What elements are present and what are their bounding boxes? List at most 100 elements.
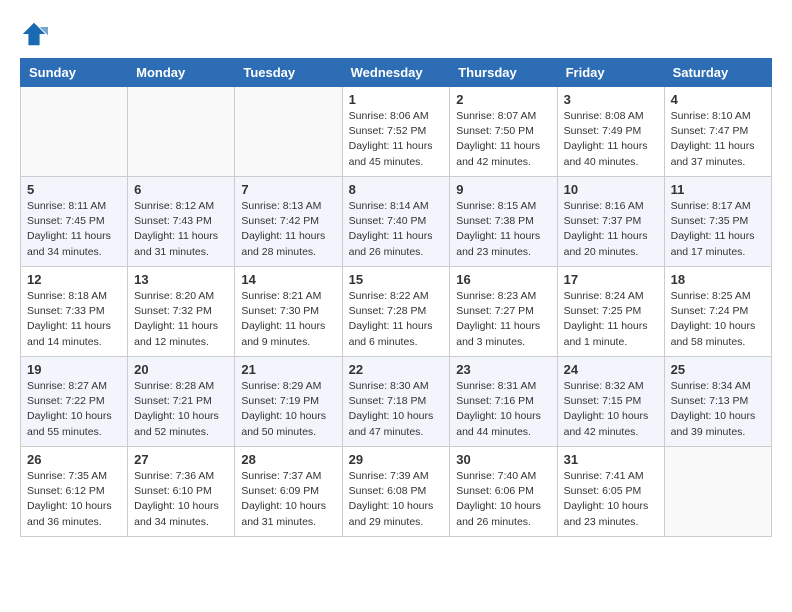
- day-number: 9: [456, 182, 550, 197]
- calendar-cell: 26 Sunrise: 7:35 AM Sunset: 6:12 PM Dayli…: [21, 447, 128, 537]
- day-number: 28: [241, 452, 335, 467]
- day-number: 7: [241, 182, 335, 197]
- calendar-cell: [664, 447, 771, 537]
- calendar-week-row: 26 Sunrise: 7:35 AM Sunset: 6:12 PM Dayli…: [21, 447, 772, 537]
- day-info: Sunrise: 8:22 AM Sunset: 7:28 PM Dayligh…: [349, 289, 444, 350]
- day-info: Sunrise: 8:07 AM Sunset: 7:50 PM Dayligh…: [456, 109, 550, 170]
- day-info: Sunrise: 8:13 AM Sunset: 7:42 PM Dayligh…: [241, 199, 335, 260]
- day-info: Sunrise: 7:37 AM Sunset: 6:09 PM Dayligh…: [241, 469, 335, 530]
- weekday-header: Monday: [128, 59, 235, 87]
- weekday-header: Tuesday: [235, 59, 342, 87]
- day-number: 5: [27, 182, 121, 197]
- logo-icon: [20, 20, 48, 48]
- calendar-cell: 6 Sunrise: 8:12 AM Sunset: 7:43 PM Daylig…: [128, 177, 235, 267]
- calendar-cell: 12Sunrise: 8:18 AM Sunset: 7:33 PM Dayli…: [21, 267, 128, 357]
- weekday-header: Thursday: [450, 59, 557, 87]
- calendar-cell: 3Sunrise: 8:08 AM Sunset: 7:49 PM Daylig…: [557, 87, 664, 177]
- day-info: Sunrise: 8:20 AM Sunset: 7:32 PM Dayligh…: [134, 289, 228, 350]
- weekday-header: Wednesday: [342, 59, 450, 87]
- calendar-cell: 24Sunrise: 8:32 AM Sunset: 7:15 PM Dayli…: [557, 357, 664, 447]
- day-info: Sunrise: 7:35 AM Sunset: 6:12 PM Dayligh…: [27, 469, 121, 530]
- day-number: 26: [27, 452, 121, 467]
- calendar-cell: 10 Sunrise: 8:16 AM Sunset: 7:37 PM Dayli…: [557, 177, 664, 267]
- day-number: 11: [671, 182, 765, 197]
- calendar-cell: 19 Sunrise: 8:27 AM Sunset: 7:22 PM Dayli…: [21, 357, 128, 447]
- day-info: Sunrise: 8:23 AM Sunset: 7:27 PM Dayligh…: [456, 289, 550, 350]
- calendar-cell: 29 Sunrise: 7:39 AM Sunset: 6:08 PM Dayli…: [342, 447, 450, 537]
- calendar-cell: 2 Sunrise: 8:07 AM Sunset: 7:50 PM Daylig…: [450, 87, 557, 177]
- calendar-cell: 28 Sunrise: 7:37 AM Sunset: 6:09 PM Dayli…: [235, 447, 342, 537]
- day-number: 30: [456, 452, 550, 467]
- day-info: Sunrise: 7:40 AM Sunset: 6:06 PM Dayligh…: [456, 469, 550, 530]
- day-number: 2: [456, 92, 550, 107]
- day-info: Sunrise: 8:16 AM Sunset: 7:37 PM Dayligh…: [564, 199, 658, 260]
- day-info: Sunrise: 7:36 AM Sunset: 6:10 PM Dayligh…: [134, 469, 228, 530]
- calendar-cell: 23 Sunrise: 8:31 AM Sunset: 7:16 PM Dayli…: [450, 357, 557, 447]
- weekday-header: Friday: [557, 59, 664, 87]
- day-number: 29: [349, 452, 444, 467]
- calendar-week-row: 5 Sunrise: 8:11 AM Sunset: 7:45 PM Daylig…: [21, 177, 772, 267]
- calendar-week-row: 19 Sunrise: 8:27 AM Sunset: 7:22 PM Dayli…: [21, 357, 772, 447]
- day-number: 15: [349, 272, 444, 287]
- day-number: 18: [671, 272, 765, 287]
- day-number: 1: [349, 92, 444, 107]
- day-info: Sunrise: 8:06 AM Sunset: 7:52 PM Dayligh…: [349, 109, 444, 170]
- day-info: Sunrise: 8:08 AM Sunset: 7:49 PM Dayligh…: [564, 109, 658, 170]
- day-number: 16: [456, 272, 550, 287]
- calendar-cell: 14Sunrise: 8:21 AM Sunset: 7:30 PM Dayli…: [235, 267, 342, 357]
- day-info: Sunrise: 8:15 AM Sunset: 7:38 PM Dayligh…: [456, 199, 550, 260]
- day-number: 21: [241, 362, 335, 377]
- day-info: Sunrise: 8:24 AM Sunset: 7:25 PM Dayligh…: [564, 289, 658, 350]
- day-number: 24: [564, 362, 658, 377]
- day-number: 20: [134, 362, 228, 377]
- day-number: 31: [564, 452, 658, 467]
- day-number: 6: [134, 182, 228, 197]
- calendar-cell: 13 Sunrise: 8:20 AM Sunset: 7:32 PM Dayli…: [128, 267, 235, 357]
- day-info: Sunrise: 8:27 AM Sunset: 7:22 PM Dayligh…: [27, 379, 121, 440]
- calendar-cell: 4 Sunrise: 8:10 AM Sunset: 7:47 PM Daylig…: [664, 87, 771, 177]
- calendar-table: SundayMondayTuesdayWednesdayThursdayFrid…: [20, 58, 772, 537]
- day-number: 23: [456, 362, 550, 377]
- calendar-cell: 9 Sunrise: 8:15 AM Sunset: 7:38 PM Daylig…: [450, 177, 557, 267]
- day-info: Sunrise: 8:10 AM Sunset: 7:47 PM Dayligh…: [671, 109, 765, 170]
- day-info: Sunrise: 8:14 AM Sunset: 7:40 PM Dayligh…: [349, 199, 444, 260]
- page-header: [20, 20, 772, 48]
- day-info: Sunrise: 8:11 AM Sunset: 7:45 PM Dayligh…: [27, 199, 121, 260]
- calendar-header-row: SundayMondayTuesdayWednesdayThursdayFrid…: [21, 59, 772, 87]
- calendar-cell: 31Sunrise: 7:41 AM Sunset: 6:05 PM Dayli…: [557, 447, 664, 537]
- calendar-cell: 27Sunrise: 7:36 AM Sunset: 6:10 PM Dayli…: [128, 447, 235, 537]
- calendar-cell: 7 Sunrise: 8:13 AM Sunset: 7:42 PM Daylig…: [235, 177, 342, 267]
- calendar-cell: 11 Sunrise: 8:17 AM Sunset: 7:35 PM Dayli…: [664, 177, 771, 267]
- calendar-cell: 21Sunrise: 8:29 AM Sunset: 7:19 PM Dayli…: [235, 357, 342, 447]
- day-info: Sunrise: 8:12 AM Sunset: 7:43 PM Dayligh…: [134, 199, 228, 260]
- day-number: 25: [671, 362, 765, 377]
- day-number: 19: [27, 362, 121, 377]
- day-number: 4: [671, 92, 765, 107]
- calendar-cell: 30 Sunrise: 7:40 AM Sunset: 6:06 PM Dayli…: [450, 447, 557, 537]
- day-info: Sunrise: 8:34 AM Sunset: 7:13 PM Dayligh…: [671, 379, 765, 440]
- day-info: Sunrise: 8:30 AM Sunset: 7:18 PM Dayligh…: [349, 379, 444, 440]
- calendar-cell: 15 Sunrise: 8:22 AM Sunset: 7:28 PM Dayli…: [342, 267, 450, 357]
- calendar-cell: 17 Sunrise: 8:24 AM Sunset: 7:25 PM Dayli…: [557, 267, 664, 357]
- day-number: 13: [134, 272, 228, 287]
- day-number: 14: [241, 272, 335, 287]
- day-info: Sunrise: 8:17 AM Sunset: 7:35 PM Dayligh…: [671, 199, 765, 260]
- logo: [20, 20, 54, 48]
- day-info: Sunrise: 8:31 AM Sunset: 7:16 PM Dayligh…: [456, 379, 550, 440]
- day-info: Sunrise: 8:18 AM Sunset: 7:33 PM Dayligh…: [27, 289, 121, 350]
- day-info: Sunrise: 7:39 AM Sunset: 6:08 PM Dayligh…: [349, 469, 444, 530]
- calendar-cell: 25 Sunrise: 8:34 AM Sunset: 7:13 PM Dayli…: [664, 357, 771, 447]
- calendar-cell: 18 Sunrise: 8:25 AM Sunset: 7:24 PM Dayli…: [664, 267, 771, 357]
- calendar-cell: 1 Sunrise: 8:06 AM Sunset: 7:52 PM Daylig…: [342, 87, 450, 177]
- day-number: 10: [564, 182, 658, 197]
- day-info: Sunrise: 8:25 AM Sunset: 7:24 PM Dayligh…: [671, 289, 765, 350]
- day-info: Sunrise: 8:28 AM Sunset: 7:21 PM Dayligh…: [134, 379, 228, 440]
- day-number: 17: [564, 272, 658, 287]
- calendar-cell: 8 Sunrise: 8:14 AM Sunset: 7:40 PM Daylig…: [342, 177, 450, 267]
- calendar-cell: [235, 87, 342, 177]
- day-number: 8: [349, 182, 444, 197]
- weekday-header: Sunday: [21, 59, 128, 87]
- calendar-cell: 20 Sunrise: 8:28 AM Sunset: 7:21 PM Dayli…: [128, 357, 235, 447]
- calendar-cell: [128, 87, 235, 177]
- calendar-cell: 5 Sunrise: 8:11 AM Sunset: 7:45 PM Daylig…: [21, 177, 128, 267]
